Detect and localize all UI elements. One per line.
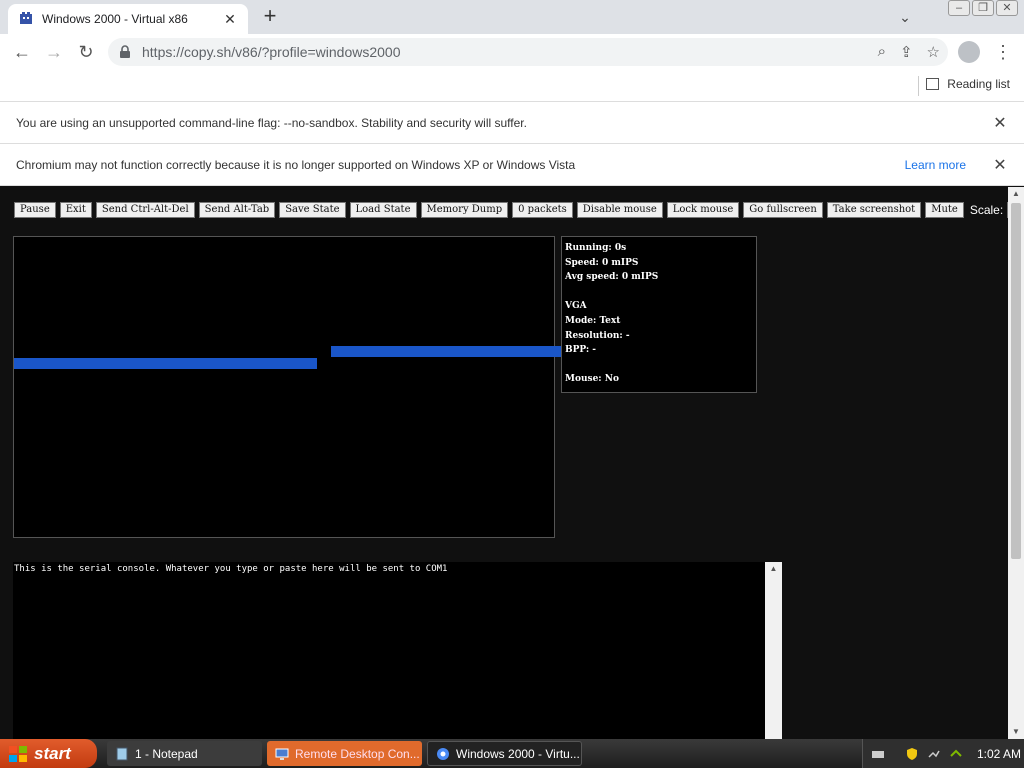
scroll-up-icon[interactable]: ▲ — [1008, 187, 1024, 201]
serial-console-text: This is the serial console. Whatever you… — [14, 564, 448, 574]
url-text: https://copy.sh/v86/?profile=windows2000 — [142, 44, 401, 60]
infobar-text: You are using an unsupported command-lin… — [16, 115, 527, 130]
tab-title: Windows 2000 - Virtual x86 — [42, 12, 188, 26]
notepad-icon — [116, 747, 128, 760]
infobar-os-warning: Chromium may not function correctly beca… — [0, 144, 1024, 186]
learn-more-link[interactable]: Learn more — [905, 158, 966, 172]
taskbar-item-chromium[interactable]: Windows 2000 - Virtu... — [427, 741, 582, 766]
windows-logo-icon — [9, 745, 27, 762]
reload-icon[interactable]: ↻ — [74, 40, 98, 64]
network-icon[interactable] — [927, 747, 941, 761]
scroll-thumb[interactable] — [1011, 203, 1021, 559]
info-mode: Mode: Text — [565, 315, 621, 326]
tab-search-chevron-icon[interactable]: ⌄ — [894, 6, 916, 28]
system-tray: 1:02 AM — [862, 739, 1024, 768]
emulator-info-panel: Running: 0s Speed: 0 mIPS Avg speed: 0 m… — [561, 236, 757, 393]
infobar-sandbox-warning: You are using an unsupported command-lin… — [0, 102, 1024, 144]
new-tab-button[interactable]: + — [258, 4, 282, 30]
save-state-button[interactable]: Save State — [279, 202, 346, 218]
take-screenshot-button[interactable]: Take screenshot — [826, 202, 922, 218]
v86-favicon-icon — [20, 12, 32, 24]
disable-mouse-button[interactable]: Disable mouse — [576, 202, 663, 218]
zoom-icon[interactable]: ⌕ — [878, 43, 886, 61]
safely-remove-icon[interactable] — [949, 747, 963, 761]
tab-windows-2000[interactable]: Windows 2000 - Virtual x86 ✕ — [8, 4, 248, 34]
infobar-text: Chromium may not function correctly beca… — [16, 157, 576, 172]
send-ctrl-alt-del-button[interactable]: Send Ctrl-Alt-Del — [95, 202, 195, 218]
clock: 1:02 AM — [977, 746, 1022, 761]
window-close-button[interactable]: ✕ — [996, 0, 1018, 16]
pause-button[interactable]: Pause — [14, 202, 56, 218]
info-vga-heading: VGA — [565, 301, 587, 312]
info-speed: Speed: 0 mIPS — [565, 257, 639, 268]
scroll-up-icon[interactable]: ▲ — [765, 562, 782, 576]
serial-console[interactable]: This is the serial console. Whatever you… — [13, 562, 765, 739]
info-bpp: BPP: - — [565, 345, 597, 356]
close-icon[interactable]: ✕ — [990, 155, 1010, 175]
go-fullscreen-button[interactable]: Go fullscreen — [743, 202, 823, 218]
tab-strip: Windows 2000 - Virtual x86 ✕ + ⌄ – ❐ ✕ — [0, 0, 1024, 34]
menu-dots-icon[interactable]: ⋮ — [994, 40, 1012, 64]
remote-desktop-icon — [275, 748, 289, 760]
security-shield-icon[interactable] — [905, 747, 919, 761]
serial-console-scrollbar[interactable]: ▲ — [765, 562, 782, 739]
emulator-screen[interactable] — [13, 236, 561, 538]
packets-button[interactable]: 0 packets — [512, 202, 573, 218]
omnibox-actions: ⌕ ⇪ ☆ — [878, 43, 940, 61]
reading-list-icon — [926, 78, 940, 90]
forward-arrow-icon[interactable]: → — [42, 40, 66, 64]
taskbar-item-remote-desktop[interactable]: Remote Desktop Con... — [267, 741, 422, 766]
taskbar-item-label: Windows 2000 - Virtu... — [456, 746, 580, 761]
scale-label: Scale: — [969, 203, 1004, 217]
close-icon[interactable]: ✕ — [990, 113, 1010, 133]
page-scrollbar[interactable]: ▲ ▼ — [1008, 187, 1024, 739]
taskbar-item-notepad[interactable]: 1 - Notepad — [107, 741, 262, 766]
keyboard-icon[interactable] — [871, 747, 885, 761]
tab-close-icon[interactable]: ✕ — [222, 11, 238, 28]
share-icon[interactable]: ⇪ — [900, 43, 913, 61]
send-alt-tab-button[interactable]: Send Alt-Tab — [198, 202, 276, 218]
taskbar-item-label: Remote Desktop Con... — [295, 746, 420, 761]
bookmark-star-icon[interactable]: ☆ — [927, 43, 940, 61]
windows-taskbar: start 1 - Notepad Remote Desktop Con... … — [0, 739, 1024, 768]
bookmarks-bar: Reading list — [0, 70, 1024, 102]
screen-blue-bar-right — [331, 346, 561, 357]
load-state-button[interactable]: Load State — [349, 202, 417, 218]
profile-avatar-icon[interactable] — [958, 41, 980, 63]
start-label: start — [34, 743, 71, 763]
bookmarks-separator — [918, 76, 919, 96]
reading-list-button[interactable]: Reading list — [926, 77, 1010, 91]
minimize-button[interactable]: – — [948, 0, 970, 16]
lock-icon — [120, 45, 130, 58]
address-bar[interactable]: https://copy.sh/v86/?profile=windows2000… — [108, 38, 948, 66]
info-mouse: Mouse: No — [565, 374, 619, 385]
taskbar-item-label: 1 - Notepad — [135, 746, 198, 761]
mute-button[interactable]: Mute — [925, 202, 964, 218]
exit-button[interactable]: Exit — [59, 202, 92, 218]
lock-mouse-button[interactable]: Lock mouse — [666, 202, 740, 218]
v86-page: Pause Exit Send Ctrl-Alt-Del Send Alt-Ta… — [0, 187, 1008, 739]
start-button[interactable]: start — [0, 739, 97, 768]
reading-list-label: Reading list — [947, 77, 1010, 91]
memory-dump-button[interactable]: Memory Dump — [420, 202, 509, 218]
browser-toolbar: ← → ↻ https://copy.sh/v86/?profile=windo… — [0, 34, 1024, 70]
restore-button[interactable]: ❐ — [972, 0, 994, 16]
info-resolution: Resolution: - — [565, 330, 630, 341]
back-arrow-icon[interactable]: ← — [10, 40, 34, 64]
screen-blue-bar-left — [14, 358, 317, 369]
window-controls: – ❐ ✕ — [948, 0, 1018, 16]
info-running: Running: 0s — [565, 243, 627, 253]
v86-control-bar: Pause Exit Send Ctrl-Alt-Del Send Alt-Ta… — [14, 202, 1008, 218]
chromium-icon — [437, 747, 449, 760]
info-avg-speed: Avg speed: 0 mIPS — [565, 272, 659, 283]
scroll-down-icon[interactable]: ▼ — [1008, 725, 1024, 739]
